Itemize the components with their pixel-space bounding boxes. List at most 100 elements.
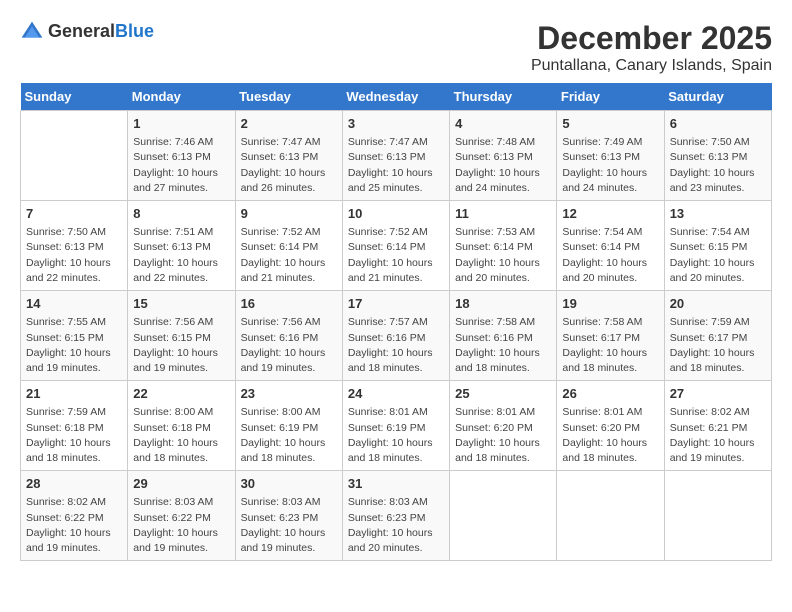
header-monday: Monday <box>128 83 235 111</box>
page-header: GeneralBlue December 2025 Puntallana, Ca… <box>20 20 772 75</box>
day-number: 28 <box>26 475 122 493</box>
calendar-cell: 3 Sunrise: 7:47 AM Sunset: 6:13 PM Daylig… <box>342 111 449 201</box>
calendar-cell: 13 Sunrise: 7:54 AM Sunset: 6:15 PM Dayli… <box>664 201 771 291</box>
calendar-cell: 21 Sunrise: 7:59 AM Sunset: 6:18 PM Dayli… <box>21 381 128 471</box>
calendar-week-row: 1Sunrise: 7:46 AM Sunset: 6:13 PM Daylig… <box>21 111 772 201</box>
day-number: 11 <box>455 205 551 223</box>
cell-content: Sunrise: 7:54 AM Sunset: 6:14 PM Dayligh… <box>562 225 658 286</box>
day-number: 29 <box>133 475 229 493</box>
cell-content: Sunrise: 7:59 AM Sunset: 6:18 PM Dayligh… <box>26 405 122 466</box>
calendar-table: SundayMondayTuesdayWednesdayThursdayFrid… <box>20 83 772 561</box>
cell-content: Sunrise: 7:53 AM Sunset: 6:14 PM Dayligh… <box>455 225 551 286</box>
calendar-cell: 23 Sunrise: 8:00 AM Sunset: 6:19 PM Dayli… <box>235 381 342 471</box>
cell-content: Sunrise: 7:52 AM Sunset: 6:14 PM Dayligh… <box>241 225 337 286</box>
calendar-cell: 2 Sunrise: 7:47 AM Sunset: 6:13 PM Daylig… <box>235 111 342 201</box>
cell-content: Sunrise: 8:00 AM Sunset: 6:19 PM Dayligh… <box>241 405 337 466</box>
cell-content: Sunrise: 7:50 AM Sunset: 6:13 PM Dayligh… <box>670 135 766 196</box>
cell-content: Sunrise: 7:59 AM Sunset: 6:17 PM Dayligh… <box>670 315 766 376</box>
header-friday: Friday <box>557 83 664 111</box>
header-sunday: Sunday <box>21 83 128 111</box>
calendar-cell: 30 Sunrise: 8:03 AM Sunset: 6:23 PM Dayli… <box>235 471 342 561</box>
day-number: 19 <box>562 295 658 313</box>
logo: GeneralBlue <box>20 20 154 44</box>
day-number: 20 <box>670 295 766 313</box>
calendar-cell: 20 Sunrise: 7:59 AM Sunset: 6:17 PM Dayli… <box>664 291 771 381</box>
logo-text-blue: Blue <box>115 21 154 41</box>
day-number: 4 <box>455 115 551 133</box>
calendar-cell: 26Sunrise: 8:01 AM Sunset: 6:20 PM Dayli… <box>557 381 664 471</box>
header-tuesday: Tuesday <box>235 83 342 111</box>
day-number: 23 <box>241 385 337 403</box>
day-number: 30 <box>241 475 337 493</box>
day-number: 1 <box>133 115 229 133</box>
calendar-week-row: 7Sunrise: 7:50 AM Sunset: 6:13 PM Daylig… <box>21 201 772 291</box>
title-section: December 2025 Puntallana, Canary Islands… <box>531 20 772 75</box>
calendar-cell: 18 Sunrise: 7:58 AM Sunset: 6:16 PM Dayli… <box>450 291 557 381</box>
calendar-cell: 17 Sunrise: 7:57 AM Sunset: 6:16 PM Dayli… <box>342 291 449 381</box>
day-number: 27 <box>670 385 766 403</box>
calendar-cell: 27 Sunrise: 8:02 AM Sunset: 6:21 PM Dayli… <box>664 381 771 471</box>
cell-content: Sunrise: 7:50 AM Sunset: 6:13 PM Dayligh… <box>26 225 122 286</box>
day-number: 25 <box>455 385 551 403</box>
calendar-cell <box>21 111 128 201</box>
day-number: 3 <box>348 115 444 133</box>
calendar-cell: 1Sunrise: 7:46 AM Sunset: 6:13 PM Daylig… <box>128 111 235 201</box>
cell-content: Sunrise: 8:00 AM Sunset: 6:18 PM Dayligh… <box>133 405 229 466</box>
month-title: December 2025 <box>531 20 772 57</box>
calendar-cell <box>664 471 771 561</box>
day-number: 16 <box>241 295 337 313</box>
calendar-cell: 28Sunrise: 8:02 AM Sunset: 6:22 PM Dayli… <box>21 471 128 561</box>
day-number: 22 <box>133 385 229 403</box>
calendar-cell <box>557 471 664 561</box>
day-number: 24 <box>348 385 444 403</box>
calendar-header-row: SundayMondayTuesdayWednesdayThursdayFrid… <box>21 83 772 111</box>
cell-content: Sunrise: 7:47 AM Sunset: 6:13 PM Dayligh… <box>348 135 444 196</box>
calendar-week-row: 21 Sunrise: 7:59 AM Sunset: 6:18 PM Dayli… <box>21 381 772 471</box>
day-number: 6 <box>670 115 766 133</box>
cell-content: Sunrise: 7:51 AM Sunset: 6:13 PM Dayligh… <box>133 225 229 286</box>
calendar-cell: 6 Sunrise: 7:50 AM Sunset: 6:13 PM Daylig… <box>664 111 771 201</box>
cell-content: Sunrise: 7:49 AM Sunset: 6:13 PM Dayligh… <box>562 135 658 196</box>
calendar-cell: 22 Sunrise: 8:00 AM Sunset: 6:18 PM Dayli… <box>128 381 235 471</box>
calendar-cell: 14 Sunrise: 7:55 AM Sunset: 6:15 PM Dayli… <box>21 291 128 381</box>
cell-content: Sunrise: 7:58 AM Sunset: 6:17 PM Dayligh… <box>562 315 658 376</box>
logo-text-general: General <box>48 21 115 41</box>
calendar-cell: 7Sunrise: 7:50 AM Sunset: 6:13 PM Daylig… <box>21 201 128 291</box>
cell-content: Sunrise: 7:55 AM Sunset: 6:15 PM Dayligh… <box>26 315 122 376</box>
cell-content: Sunrise: 8:03 AM Sunset: 6:23 PM Dayligh… <box>241 495 337 556</box>
cell-content: Sunrise: 7:52 AM Sunset: 6:14 PM Dayligh… <box>348 225 444 286</box>
day-number: 14 <box>26 295 122 313</box>
calendar-cell: 11 Sunrise: 7:53 AM Sunset: 6:14 PM Dayli… <box>450 201 557 291</box>
calendar-cell: 4 Sunrise: 7:48 AM Sunset: 6:13 PM Daylig… <box>450 111 557 201</box>
day-number: 21 <box>26 385 122 403</box>
header-wednesday: Wednesday <box>342 83 449 111</box>
header-saturday: Saturday <box>664 83 771 111</box>
calendar-cell: 10Sunrise: 7:52 AM Sunset: 6:14 PM Dayli… <box>342 201 449 291</box>
calendar-cell: 24Sunrise: 8:01 AM Sunset: 6:19 PM Dayli… <box>342 381 449 471</box>
day-number: 9 <box>241 205 337 223</box>
day-number: 17 <box>348 295 444 313</box>
cell-content: Sunrise: 7:48 AM Sunset: 6:13 PM Dayligh… <box>455 135 551 196</box>
day-number: 13 <box>670 205 766 223</box>
cell-content: Sunrise: 7:47 AM Sunset: 6:13 PM Dayligh… <box>241 135 337 196</box>
cell-content: Sunrise: 7:54 AM Sunset: 6:15 PM Dayligh… <box>670 225 766 286</box>
cell-content: Sunrise: 8:02 AM Sunset: 6:21 PM Dayligh… <box>670 405 766 466</box>
cell-content: Sunrise: 8:03 AM Sunset: 6:23 PM Dayligh… <box>348 495 444 556</box>
day-number: 12 <box>562 205 658 223</box>
day-number: 5 <box>562 115 658 133</box>
calendar-cell: 31Sunrise: 8:03 AM Sunset: 6:23 PM Dayli… <box>342 471 449 561</box>
day-number: 18 <box>455 295 551 313</box>
location-title: Puntallana, Canary Islands, Spain <box>531 57 772 75</box>
cell-content: Sunrise: 7:57 AM Sunset: 6:16 PM Dayligh… <box>348 315 444 376</box>
header-thursday: Thursday <box>450 83 557 111</box>
calendar-cell: 5 Sunrise: 7:49 AM Sunset: 6:13 PM Daylig… <box>557 111 664 201</box>
calendar-cell: 12 Sunrise: 7:54 AM Sunset: 6:14 PM Dayli… <box>557 201 664 291</box>
cell-content: Sunrise: 7:58 AM Sunset: 6:16 PM Dayligh… <box>455 315 551 376</box>
calendar-week-row: 14 Sunrise: 7:55 AM Sunset: 6:15 PM Dayli… <box>21 291 772 381</box>
day-number: 8 <box>133 205 229 223</box>
day-number: 26 <box>562 385 658 403</box>
cell-content: Sunrise: 8:03 AM Sunset: 6:22 PM Dayligh… <box>133 495 229 556</box>
calendar-cell: 25Sunrise: 8:01 AM Sunset: 6:20 PM Dayli… <box>450 381 557 471</box>
calendar-cell: 8 Sunrise: 7:51 AM Sunset: 6:13 PM Daylig… <box>128 201 235 291</box>
day-number: 2 <box>241 115 337 133</box>
